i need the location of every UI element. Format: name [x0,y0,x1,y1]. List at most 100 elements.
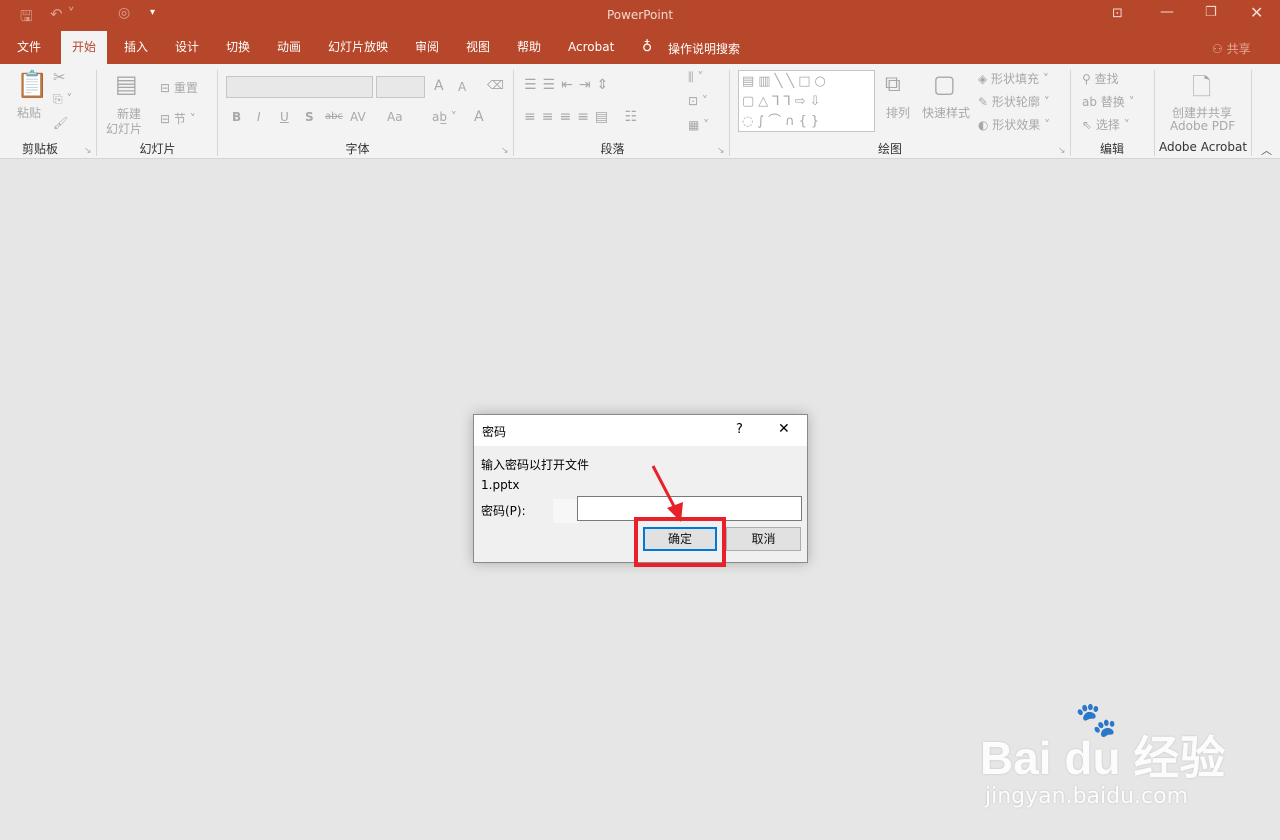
tab-animations[interactable]: 动画 [266,31,312,64]
cut-icon[interactable]: ✂ [53,68,66,86]
underline-button[interactable]: U [280,110,289,124]
dialog-launcher-icon[interactable]: ↘ [84,146,92,156]
group-acrobat-label: Adobe Acrobat [1158,140,1248,154]
divider [1154,70,1155,156]
shadow-button[interactable]: S [305,110,314,124]
new-slide-icon[interactable]: ▤ [115,70,138,98]
share-button[interactable]: ⚇ 共享 [1212,40,1251,57]
strikethrough-button[interactable]: abc [325,111,343,122]
tab-acrobat[interactable]: Acrobat [557,31,625,64]
reset-button[interactable]: ⊟ 重置 [160,79,198,96]
lightbulb-icon: ♁ [642,39,653,55]
dialog-launcher-icon[interactable]: ↘ [1058,146,1066,156]
ribbon-tabs: 文件 开始 插入 设计 切换 动画 幻灯片放映 审阅 视图 帮助 Acrobat… [0,31,1280,64]
font-color-button[interactable]: A [474,109,484,125]
shape-fill-button[interactable]: ◈ 形状填充 ˅ [978,70,1049,87]
group-slides-label: 幻灯片 [139,142,176,156]
list-buttons-icon[interactable]: ☰☰⇤⇥⇕ [524,77,614,93]
align-buttons-icon[interactable]: ≡≡≡≡▤ ☷ [524,109,643,125]
shrink-font-button[interactable]: A [458,80,466,94]
dialog-launcher-icon[interactable]: ↘ [501,146,509,156]
arrow-shaft [651,465,679,513]
shape-outline-button[interactable]: ✎ 形状轮廓 ˅ [978,93,1050,110]
arrange-label[interactable]: 排列 [886,104,910,121]
password-label: 密码(P): [481,504,526,518]
tab-file[interactable]: 文件 [6,31,52,64]
dialog-message: 输入密码以打开文件 [481,458,590,472]
divider [1251,70,1252,156]
collapse-ribbon-icon[interactable]: ︿ [1261,142,1272,158]
new-slide-label-2[interactable]: 幻灯片 [106,120,142,137]
watermark-url: jingyan.baidu.com [985,784,1189,809]
create-pdf-label-2[interactable]: Adobe PDF [1170,119,1235,133]
divider [1070,70,1071,156]
dialog-title-bar: 密码 ? ✕ [474,415,807,446]
dialog-filename: 1.pptx [481,478,520,492]
tab-review[interactable]: 审阅 [404,31,450,64]
tab-slideshow[interactable]: 幻灯片放映 [317,31,399,64]
shape-effects-label: 形状效果 [992,118,1041,132]
find-button[interactable]: ⚲ 查找 [1082,70,1119,87]
copy-icon[interactable]: ⎘ ˅ [53,92,72,107]
group-editing-label: 编辑 [1099,142,1124,156]
shapes-gallery[interactable]: ▤▥╲╲□○ ▢△⅂⅂⇨⇩ ◌∫⌒∩{} [738,70,875,132]
char-spacing-button[interactable]: AV [350,110,366,124]
blur-patch [553,499,579,523]
restore-icon[interactable]: ❐ [1205,5,1217,20]
change-case-button[interactable]: Aa [387,110,403,124]
dialog-launcher-icon[interactable]: ↘ [717,146,725,156]
bold-button[interactable]: B [232,110,241,124]
dialog-title: 密码 [482,425,507,439]
app-title: PowerPoint [606,8,674,22]
paste-label[interactable]: 粘贴 [17,104,41,121]
quick-styles-label[interactable]: 快速样式 [922,104,970,121]
group-drawing-label: 绘图 [877,142,902,156]
dialog-close-button[interactable]: ✕ [778,421,790,437]
cancel-button[interactable]: 取消 [726,527,801,551]
tab-design[interactable]: 设计 [164,31,210,64]
arrange-icon[interactable]: ⧉ [885,72,901,97]
divider [513,70,514,156]
format-painter-icon[interactable]: 🖌 [53,116,68,130]
tab-view[interactable]: 视图 [455,31,501,64]
section-label: 节 [173,112,186,126]
annotation-highlight-box [634,517,726,567]
person-add-icon: ⚇ [1212,42,1223,56]
align-text-icon[interactable]: ⊡ ˅ [688,94,708,108]
title-bar: 🖫 ↶ ˅ ◎ ▾ PowerPoint ⊡ — ❐ ✕ [0,0,1280,31]
italic-button[interactable]: I [257,110,261,124]
smartart-icon[interactable]: ▦ ˅ [688,118,709,132]
divider [729,70,730,156]
group-paragraph-label: 段落 [600,142,625,156]
shape-fill-label: 形状填充 [991,72,1040,86]
font-name-dropdown[interactable] [226,76,373,98]
tell-me-search[interactable]: 操作说明搜索 [668,40,740,57]
share-label: 共享 [1226,42,1251,56]
section-button[interactable]: ⊟ 节 ˅ [160,110,196,127]
tab-insert[interactable]: 插入 [113,31,159,64]
tab-transitions[interactable]: 切换 [215,31,261,64]
replace-label: 替换 [1100,95,1125,109]
find-label: 查找 [1094,72,1119,86]
paste-icon[interactable]: 📋 [16,70,48,100]
close-icon[interactable]: ✕ [1250,3,1263,22]
text-direction-icon[interactable]: ⫼ ˅ [688,70,703,85]
minimize-icon[interactable]: — [1160,4,1174,20]
help-button[interactable]: ? [736,422,743,437]
select-label: 选择 [1095,118,1120,132]
highlight-icon[interactable]: ab̲ ˅ [432,110,457,124]
tab-help[interactable]: 帮助 [506,31,552,64]
shape-effects-button[interactable]: ◐ 形状效果 ˅ [978,116,1050,133]
reset-label: 重置 [173,81,198,95]
grow-font-button[interactable]: A [434,78,444,94]
select-button[interactable]: ⇖ 选择 ˅ [1082,116,1130,133]
shapes-icon[interactable]: ▤▥╲╲□○ ▢△⅂⅂⇨⇩ ◌∫⌒∩{} [742,72,830,132]
ribbon-display-icon[interactable]: ⊡ [1112,6,1123,21]
tab-home[interactable]: 开始 [61,31,108,64]
divider [217,70,218,156]
font-size-dropdown[interactable] [376,76,425,98]
divider [96,70,97,156]
quick-styles-icon[interactable]: ▢ [933,70,956,98]
replace-button[interactable]: ab 替换 ˅ [1082,93,1135,110]
clear-format-icon[interactable]: ⌫ [487,78,504,92]
